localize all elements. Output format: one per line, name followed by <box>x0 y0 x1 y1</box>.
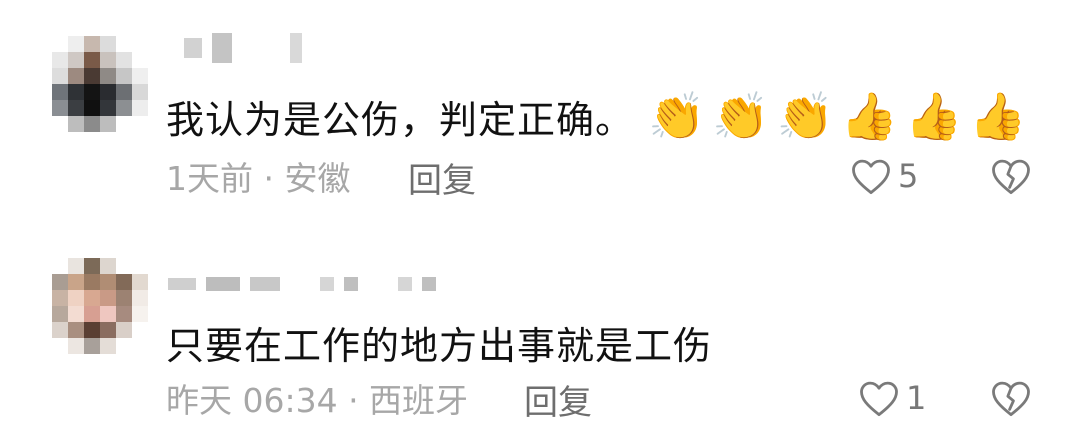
broken-heart-outline-icon <box>992 381 1030 417</box>
like-count: 1 <box>906 379 927 417</box>
comment-item: 只要在工作的地方出事就是工伤 昨天 06:34 · 西班牙 回复 1 <box>0 240 1080 446</box>
comment-text-content: 只要在工作的地方出事就是工伤 <box>166 323 713 368</box>
clapping-hands-emoji: 👏 <box>712 89 771 143</box>
comment-text: 我认为是公伤，判定正确。 👏 👏 👏 👍 👍 👍 <box>166 88 1028 144</box>
like-button[interactable]: 5 <box>850 152 918 200</box>
comment-meta: 1天前 · 安徽 <box>166 152 350 200</box>
thumbs-up-emoji: 👍 <box>969 89 1028 143</box>
emoji-group: 👏 👏 👏 👍 👍 👍 <box>648 93 1028 139</box>
thumbs-up-emoji: 👍 <box>905 89 964 143</box>
like-count: 5 <box>898 157 919 195</box>
clapping-hands-emoji: 👏 <box>776 89 835 143</box>
heart-outline-icon <box>852 159 890 195</box>
dislike-button[interactable] <box>990 378 1032 422</box>
heart-outline-icon <box>860 381 898 417</box>
comment-meta: 昨天 06:34 · 西班牙 <box>166 374 468 422</box>
broken-heart-outline-icon <box>992 159 1030 195</box>
reply-button[interactable]: 回复 <box>408 153 476 202</box>
clapping-hands-emoji: 👏 <box>648 89 707 143</box>
username[interactable] <box>168 270 436 298</box>
comment-item: 我认为是公伤，判定正确。 👏 👏 👏 👍 👍 👍 1天前 · 安徽 回复 5 <box>0 0 1080 220</box>
reply-button[interactable]: 回复 <box>524 375 592 424</box>
avatar[interactable] <box>52 258 148 354</box>
comment-text-content: 我认为是公伤，判定正确。 <box>166 97 635 142</box>
like-button[interactable]: 1 <box>858 374 926 422</box>
dislike-button[interactable] <box>990 156 1032 200</box>
time-location: 昨天 06:34 · 西班牙 <box>166 381 469 420</box>
time-location: 1天前 · 安徽 <box>166 159 351 198</box>
username[interactable] <box>184 30 302 66</box>
thumbs-up-emoji: 👍 <box>840 89 900 143</box>
avatar[interactable] <box>52 36 148 132</box>
comment-text: 只要在工作的地方出事就是工伤 <box>166 314 712 370</box>
